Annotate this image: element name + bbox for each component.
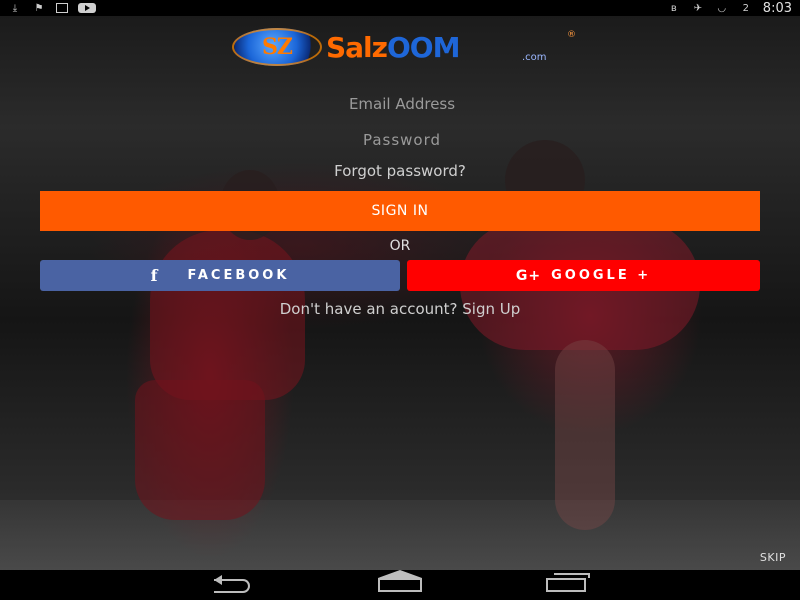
email-field[interactable]	[0, 92, 800, 116]
logo-word-part1: Salz	[326, 30, 388, 64]
logo-domain: .com	[522, 52, 547, 63]
youtube-icon	[78, 3, 96, 13]
recent-apps-button[interactable]	[543, 573, 590, 595]
recent-apps-icon	[546, 573, 590, 592]
google-plus-icon: G+	[515, 267, 542, 284]
sign-in-button[interactable]: SIGN IN	[40, 191, 760, 231]
logo-registered-mark: ®	[567, 30, 576, 40]
logo-wordmark: SalzOOM	[326, 30, 460, 64]
status-right: ʙ ✈ ◡ 2 8:03	[667, 1, 792, 16]
back-button[interactable]	[211, 575, 257, 595]
stage-floor	[0, 500, 800, 570]
logo-word-part2: OOM	[386, 30, 460, 64]
facebook-label: FACEBOOK	[187, 268, 290, 283]
navigation-bar	[0, 570, 800, 600]
flag-icon: ⚑	[34, 2, 44, 14]
home-icon	[378, 570, 422, 592]
battery-icon: 2	[742, 2, 749, 14]
skip-button[interactable]: SKIP	[760, 551, 786, 564]
facebook-login-button[interactable]: f FACEBOOK	[40, 260, 400, 291]
dancer-figure	[135, 380, 265, 520]
dancer-figure	[555, 340, 615, 530]
barcode-icon	[56, 3, 68, 13]
status-left: ⤓ ⚑	[8, 2, 96, 14]
clock: 8:03	[762, 0, 792, 16]
facebook-icon: f	[150, 266, 158, 285]
sign-up-link[interactable]: Don't have an account? Sign Up	[0, 300, 800, 318]
wifi-icon: ◡	[717, 2, 727, 14]
google-login-button[interactable]: G+ GOOGLE +	[407, 260, 760, 291]
or-divider: OR	[389, 238, 411, 254]
logo-globe-icon: SZ	[232, 28, 322, 66]
google-label: GOOGLE +	[551, 268, 652, 283]
logo-monogram: SZ	[262, 34, 293, 60]
bluetooth-icon: ʙ	[670, 2, 677, 14]
download-icon: ⤓	[12, 2, 18, 14]
home-button[interactable]	[377, 570, 423, 595]
status-bar: ⤓ ⚑ ʙ ✈ ◡ 2 8:03	[0, 0, 800, 16]
back-icon	[214, 575, 254, 593]
password-field[interactable]	[0, 128, 800, 152]
airplane-off-icon: ✈	[693, 2, 702, 14]
app-logo: SZ SalzOOM .com ®	[232, 26, 576, 68]
forgot-password-link[interactable]: Forgot password?	[0, 162, 800, 180]
